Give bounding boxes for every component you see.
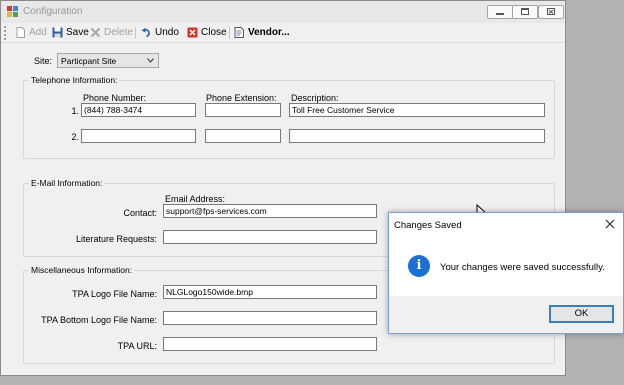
tpa-logo-input[interactable]: NLGLogo150wide.bmp (163, 285, 377, 299)
add-label: Add (29, 27, 47, 38)
dialog-footer: OK (389, 296, 623, 333)
save-disk-icon (52, 27, 63, 38)
add-document-icon (16, 27, 25, 38)
maximize-icon (521, 8, 529, 15)
save-button[interactable]: Save (52, 26, 89, 40)
dialog-message: Your changes were saved successfully. (440, 262, 605, 273)
chevron-down-icon (147, 58, 154, 63)
telephone-group-title: Telephone Information: (29, 75, 120, 85)
phone-row-index: 1. (71, 106, 79, 116)
dialog-title: Changes Saved (394, 220, 462, 231)
save-label: Save (66, 27, 89, 38)
contact-label: Contact: (123, 208, 157, 218)
literature-requests-input[interactable] (163, 230, 377, 244)
phone-extension-input-2[interactable] (205, 129, 281, 143)
tpa-url-label: TPA URL: (117, 341, 157, 351)
delete-label: Delete (104, 27, 133, 38)
delete-x-icon (90, 27, 101, 38)
misc-group-title: Miscellaneous Information: (29, 265, 135, 275)
phone-description-input-2[interactable] (289, 129, 545, 143)
phone-description-input-1[interactable]: Toll Free Customer Service (289, 103, 545, 117)
tpa-url-input[interactable] (163, 337, 377, 351)
vendor-label: Vendor... (248, 27, 290, 38)
ok-button[interactable]: OK (549, 305, 614, 323)
delete-button[interactable]: Delete (90, 26, 133, 40)
phone-number-input-2[interactable] (81, 129, 196, 143)
phone-extension-input-1[interactable] (205, 103, 281, 117)
app-icon (7, 6, 18, 17)
minimize-icon (496, 13, 504, 15)
contact-email-input[interactable]: support@fps-services.com (163, 204, 377, 218)
site-select-value: Particpant Site (61, 56, 117, 66)
phone-row-index: 2. (71, 132, 79, 142)
close-button[interactable]: Close (187, 26, 227, 40)
close-icon (547, 8, 555, 15)
vendor-button[interactable]: Vendor... (234, 26, 296, 40)
tpa-bottom-logo-label: TPA Bottom Logo File Name: (41, 315, 157, 325)
phone-extension-header: Phone Extension: (206, 93, 277, 103)
email-group-title: E-Mail Information: (29, 178, 105, 188)
description-header: Description: (291, 93, 339, 103)
info-icon: i (408, 255, 430, 277)
toolbar-separator (135, 27, 136, 39)
add-button[interactable]: Add (15, 26, 47, 40)
changes-saved-dialog: Changes Saved i Your changes were saved … (388, 212, 624, 334)
email-address-header: Email Address: (165, 194, 226, 204)
undo-arrow-icon (141, 27, 150, 38)
tpa-logo-label: TPA Logo File Name: (72, 289, 157, 299)
window-title: Configuration (23, 6, 83, 17)
phone-number-input-1[interactable]: (844) 788-3474 (81, 103, 196, 117)
close-icon[interactable] (605, 219, 615, 229)
tpa-bottom-logo-input[interactable] (163, 311, 377, 325)
site-select[interactable]: Particpant Site (57, 53, 159, 68)
toolbar: Add Save Delete Undo Close Vendor... (1, 23, 565, 43)
phone-number-header: Phone Number: (83, 93, 147, 103)
toolbar-separator (229, 27, 230, 39)
undo-button[interactable]: Undo (141, 26, 179, 40)
close-window-button[interactable] (538, 5, 564, 19)
close-red-icon (187, 27, 198, 38)
maximize-button[interactable] (512, 5, 538, 19)
minimize-button[interactable] (487, 5, 513, 19)
telephone-group: Telephone Information: (23, 75, 555, 159)
toolbar-grip[interactable] (4, 26, 6, 40)
vendor-document-icon (234, 27, 244, 38)
literature-requests-label: Literature Requests: (75, 234, 157, 244)
close-label: Close (201, 27, 227, 38)
title-bar[interactable]: Configuration (1, 1, 565, 23)
site-label: Site: (34, 56, 53, 66)
undo-label: Undo (155, 27, 179, 38)
